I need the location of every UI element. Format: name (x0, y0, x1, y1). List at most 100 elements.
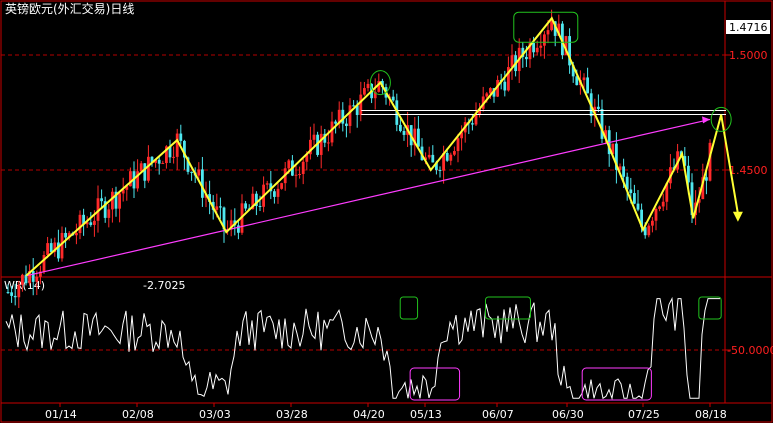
candle-body (651, 220, 654, 226)
date-tick-label: 04/20 (353, 408, 385, 421)
candle-body (417, 128, 420, 147)
candle-body (89, 222, 93, 225)
candle-body (35, 276, 39, 282)
wr-panel (5, 296, 722, 401)
candle-body (157, 159, 161, 164)
candle-body (402, 131, 406, 135)
candle-body (93, 220, 96, 225)
candle-body (111, 191, 114, 210)
candle-body (75, 233, 78, 236)
date-axis: 01/14 02/08 03/03 03/28 04/20 05/13 06/07 06/30… (45, 403, 727, 421)
wave-trendline (25, 16, 739, 277)
candle-body (190, 171, 193, 173)
candle-body (363, 88, 366, 95)
overbought-box (399, 296, 419, 320)
candle-body (118, 193, 121, 209)
chart-title: 英镑欧元(外汇交易)日线 (5, 1, 134, 16)
candle-body (244, 203, 247, 209)
candle-body (78, 214, 82, 234)
candle-body (622, 166, 625, 177)
candle-body (107, 209, 111, 218)
candle-body (219, 206, 222, 208)
wave-arrowhead (732, 211, 743, 222)
candle-body (13, 295, 17, 298)
candle-body (359, 94, 363, 115)
candle-body (10, 292, 13, 296)
candle-body (391, 96, 395, 101)
candle-body (503, 81, 507, 91)
candle-body (633, 193, 636, 204)
oversold-box (581, 367, 652, 401)
indicator-name: WR(14) (4, 279, 45, 292)
date-tick-label: 07/25 (628, 408, 660, 421)
candle-body (287, 160, 291, 169)
candle-body (46, 243, 49, 255)
candle-body (597, 106, 600, 109)
candle-body (147, 156, 150, 181)
candle-body (654, 208, 658, 221)
candle-body (629, 189, 633, 194)
candle-body (449, 154, 453, 161)
candle-body (276, 188, 280, 197)
candle-body (636, 203, 640, 210)
wr-line (5, 296, 720, 401)
candle-body (215, 206, 219, 210)
candle-body (301, 161, 305, 174)
date-tick-label: 03/03 (199, 408, 231, 421)
date-tick-label: 06/30 (552, 408, 584, 421)
support-arrowhead (702, 116, 710, 124)
candle-body (31, 271, 35, 282)
candle-body (319, 133, 323, 155)
candle-body (330, 121, 334, 143)
candle-body (265, 183, 269, 185)
candle-body (345, 123, 348, 126)
candle-body (298, 173, 301, 175)
overbought-box (484, 296, 531, 320)
candle-body (280, 183, 283, 189)
date-tick-label: 06/07 (482, 408, 514, 421)
candle-body (456, 138, 460, 152)
candle-body (21, 274, 24, 285)
candle-body (197, 169, 201, 176)
current-price: 1.4716 (729, 21, 768, 34)
candlestick-series (6, 9, 712, 309)
candle-body (352, 105, 355, 107)
candle-body (543, 34, 546, 46)
candle-body (546, 30, 550, 35)
candle-body (532, 43, 535, 53)
date-tick-label: 08/18 (695, 408, 727, 421)
candle-body (273, 191, 276, 197)
candle-body (42, 254, 46, 272)
candle-body (582, 77, 586, 81)
candle-body (143, 163, 147, 181)
candle-body (661, 201, 665, 207)
date-tick-label: 05/13 (410, 408, 442, 421)
candle-body (658, 206, 661, 209)
candle-body (17, 284, 21, 298)
candle-body (161, 163, 165, 165)
candle-body (438, 169, 442, 171)
candle-body (327, 142, 330, 144)
candle-body (179, 133, 183, 141)
price-tick-label: 1.4500 (729, 164, 768, 177)
candle-body (334, 121, 337, 124)
candle-body (49, 243, 53, 252)
candle-body (258, 205, 262, 207)
candle-body (539, 45, 543, 48)
candle-body (647, 225, 651, 236)
overbought-box (698, 296, 722, 320)
candle-body (294, 174, 298, 176)
candle-body (366, 83, 370, 89)
analysis-overlay (25, 11, 743, 277)
candle-body (453, 151, 456, 155)
candle-body (471, 123, 474, 125)
candle-body (312, 134, 316, 140)
date-tick-label: 01/14 (45, 408, 77, 421)
candle-body (6, 292, 10, 294)
forex-chart[interactable]: 1.5000 1.4500 -50.0000 1.4716 英镑欧元(外汇交易)… (0, 0, 773, 423)
candle-body (535, 47, 539, 53)
price-tick-label: 1.5000 (729, 49, 768, 62)
wr-tick-label: -50.0000 (727, 344, 773, 357)
candle-body (525, 56, 528, 60)
candle-body (485, 93, 489, 97)
